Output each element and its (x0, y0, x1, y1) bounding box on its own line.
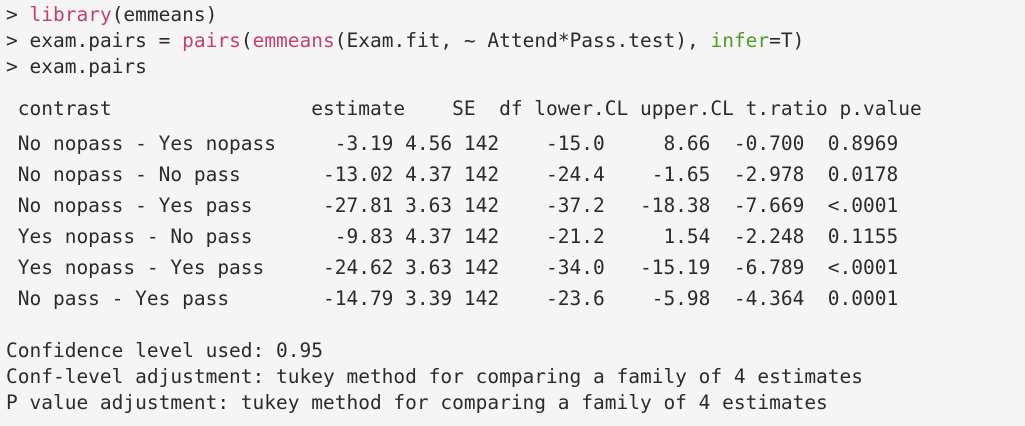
function-name-library: library (29, 3, 112, 26)
command-line-print: > exam.pairs (6, 54, 147, 80)
prompt: > (6, 3, 18, 26)
named-argument-infer: infer (710, 29, 770, 52)
output-note-confidence: Confidence level used: 0.95 (6, 339, 323, 362)
output-table-row: No nopass - Yes nopass -3.19 4.56 142 -1… (6, 132, 899, 155)
command-args: (emmeans) (111, 3, 218, 26)
command-line-exam-pairs-assign: > exam.pairs = pairs(emmeans(Exam.fit, ~… (6, 28, 804, 54)
output-note-p-adjustment: P value adjustment: tukey method for com… (6, 391, 828, 414)
output-table-header: contrast estimate SE df lower.CL upper.C… (6, 97, 922, 120)
output-note-conf-adjustment: Conf-level adjustment: tukey method for … (6, 365, 864, 388)
output-table-row: Yes nopass - No pass -9.83 4.37 142 -21.… (6, 225, 899, 248)
output-table-row: No nopass - No pass -13.02 4.37 142 -24.… (6, 163, 899, 186)
output-table-row: No pass - Yes pass -14.79 3.39 142 -23.6… (6, 287, 899, 310)
output-table-row: Yes nopass - Yes pass -24.62 3.63 142 -3… (6, 256, 899, 279)
function-name-pairs: pairs (182, 29, 241, 52)
assignment-lhs: exam.pairs = (29, 29, 183, 52)
r-console: > library(emmeans) > exam.pairs = pairs(… (0, 0, 1025, 426)
function-name-emmeans: emmeans (252, 29, 335, 52)
output-table-row: No nopass - Yes pass -27.81 3.63 142 -37… (6, 194, 899, 217)
named-argument-value: =T) (769, 29, 805, 52)
command-line-library: > library(emmeans) (6, 2, 217, 28)
paren: ( (240, 29, 253, 52)
command-args: (Exam.fit, ~ Attend*Pass.test), (334, 29, 711, 52)
prompt: > (6, 55, 18, 78)
command-text: exam.pairs (29, 55, 147, 78)
prompt: > (6, 29, 18, 52)
